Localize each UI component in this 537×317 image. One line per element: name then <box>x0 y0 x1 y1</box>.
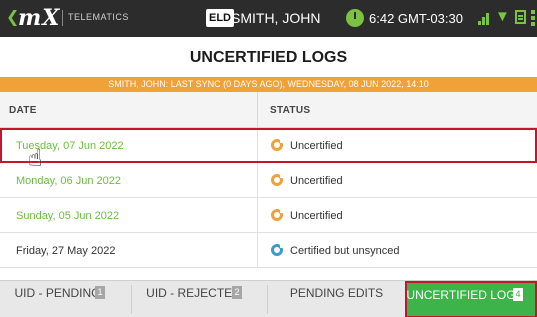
sync-unsynced-icon <box>271 244 284 256</box>
hand-pointer-icon: ☝ <box>28 145 43 172</box>
row-status: Uncertified <box>290 175 343 187</box>
row-date: Sunday, 05 Jun 2022 <box>16 210 120 222</box>
tab-count-badge: 1 <box>95 286 105 299</box>
sync-pending-icon <box>271 174 284 186</box>
column-header-status: STATUS <box>270 105 311 116</box>
row-divider <box>257 198 258 233</box>
clock-time: 6:42 GMT-03:30 <box>369 11 463 26</box>
table-header: DATE STATUS <box>0 92 537 128</box>
tab-label: UNCERTIFIED LOGS <box>406 288 524 302</box>
row-date: Monday, 06 Jun 2022 <box>16 175 121 187</box>
table-row[interactable]: Monday, 06 Jun 2022 Uncertified <box>0 163 537 198</box>
tab-pending-edits[interactable]: PENDING EDITS <box>268 281 405 317</box>
tab-count-badge: 4 <box>513 288 523 301</box>
row-status: Certified but unsynced <box>290 245 400 257</box>
timer-icon <box>346 9 364 27</box>
tab-uid-rejected[interactable]: UID - REJECTED 2 <box>132 281 267 317</box>
logo-divider <box>62 10 63 26</box>
tab-label: PENDING EDITS <box>289 286 384 300</box>
row-status: Uncertified <box>290 140 343 152</box>
telematics-label: TELEMATICS <box>68 12 129 22</box>
table-row[interactable]: Tuesday, 07 Jun 2022 Uncertified <box>0 128 537 163</box>
column-header-date: DATE <box>9 105 37 116</box>
row-date: Friday, 27 May 2022 <box>16 245 116 257</box>
more-vert-icon[interactable] <box>531 10 535 26</box>
sync-pending-icon <box>271 139 284 151</box>
signal-icon <box>478 11 492 25</box>
column-divider <box>257 92 258 128</box>
sync-pending-icon <box>271 209 284 221</box>
page-title: UNCERTIFIED LOGS <box>0 37 537 77</box>
row-status: Uncertified <box>290 210 343 222</box>
document-icon[interactable] <box>515 10 526 24</box>
bottom-tab-bar: UID - PENDING 1 UID - REJECTED 2 PENDING… <box>0 280 537 317</box>
status-bar: ❮ mX TELEMATICS ELD SMITH, JOHN 6:42 GMT… <box>0 0 537 37</box>
row-divider <box>257 233 258 268</box>
sync-status-banner: SMITH, JOHN: LAST SYNC (0 DAYS AGO), WED… <box>0 77 537 92</box>
tab-count-badge: 2 <box>232 286 242 299</box>
table-row[interactable]: Friday, 27 May 2022 Certified but unsync… <box>0 233 537 268</box>
eld-badge: ELD <box>206 9 234 27</box>
driver-name[interactable]: SMITH, JOHN <box>231 10 320 26</box>
row-divider <box>257 130 258 161</box>
wifi-icon: ▼ <box>495 8 510 25</box>
row-divider <box>257 163 258 198</box>
tab-uid-pending[interactable]: UID - PENDING 1 <box>0 281 131 317</box>
table-row[interactable]: Sunday, 05 Jun 2022 Uncertified <box>0 198 537 233</box>
mix-logo: mX <box>18 5 61 31</box>
tab-uncertified-logs[interactable]: UNCERTIFIED LOGS 4 <box>405 281 537 317</box>
list-empty-space <box>0 268 537 280</box>
